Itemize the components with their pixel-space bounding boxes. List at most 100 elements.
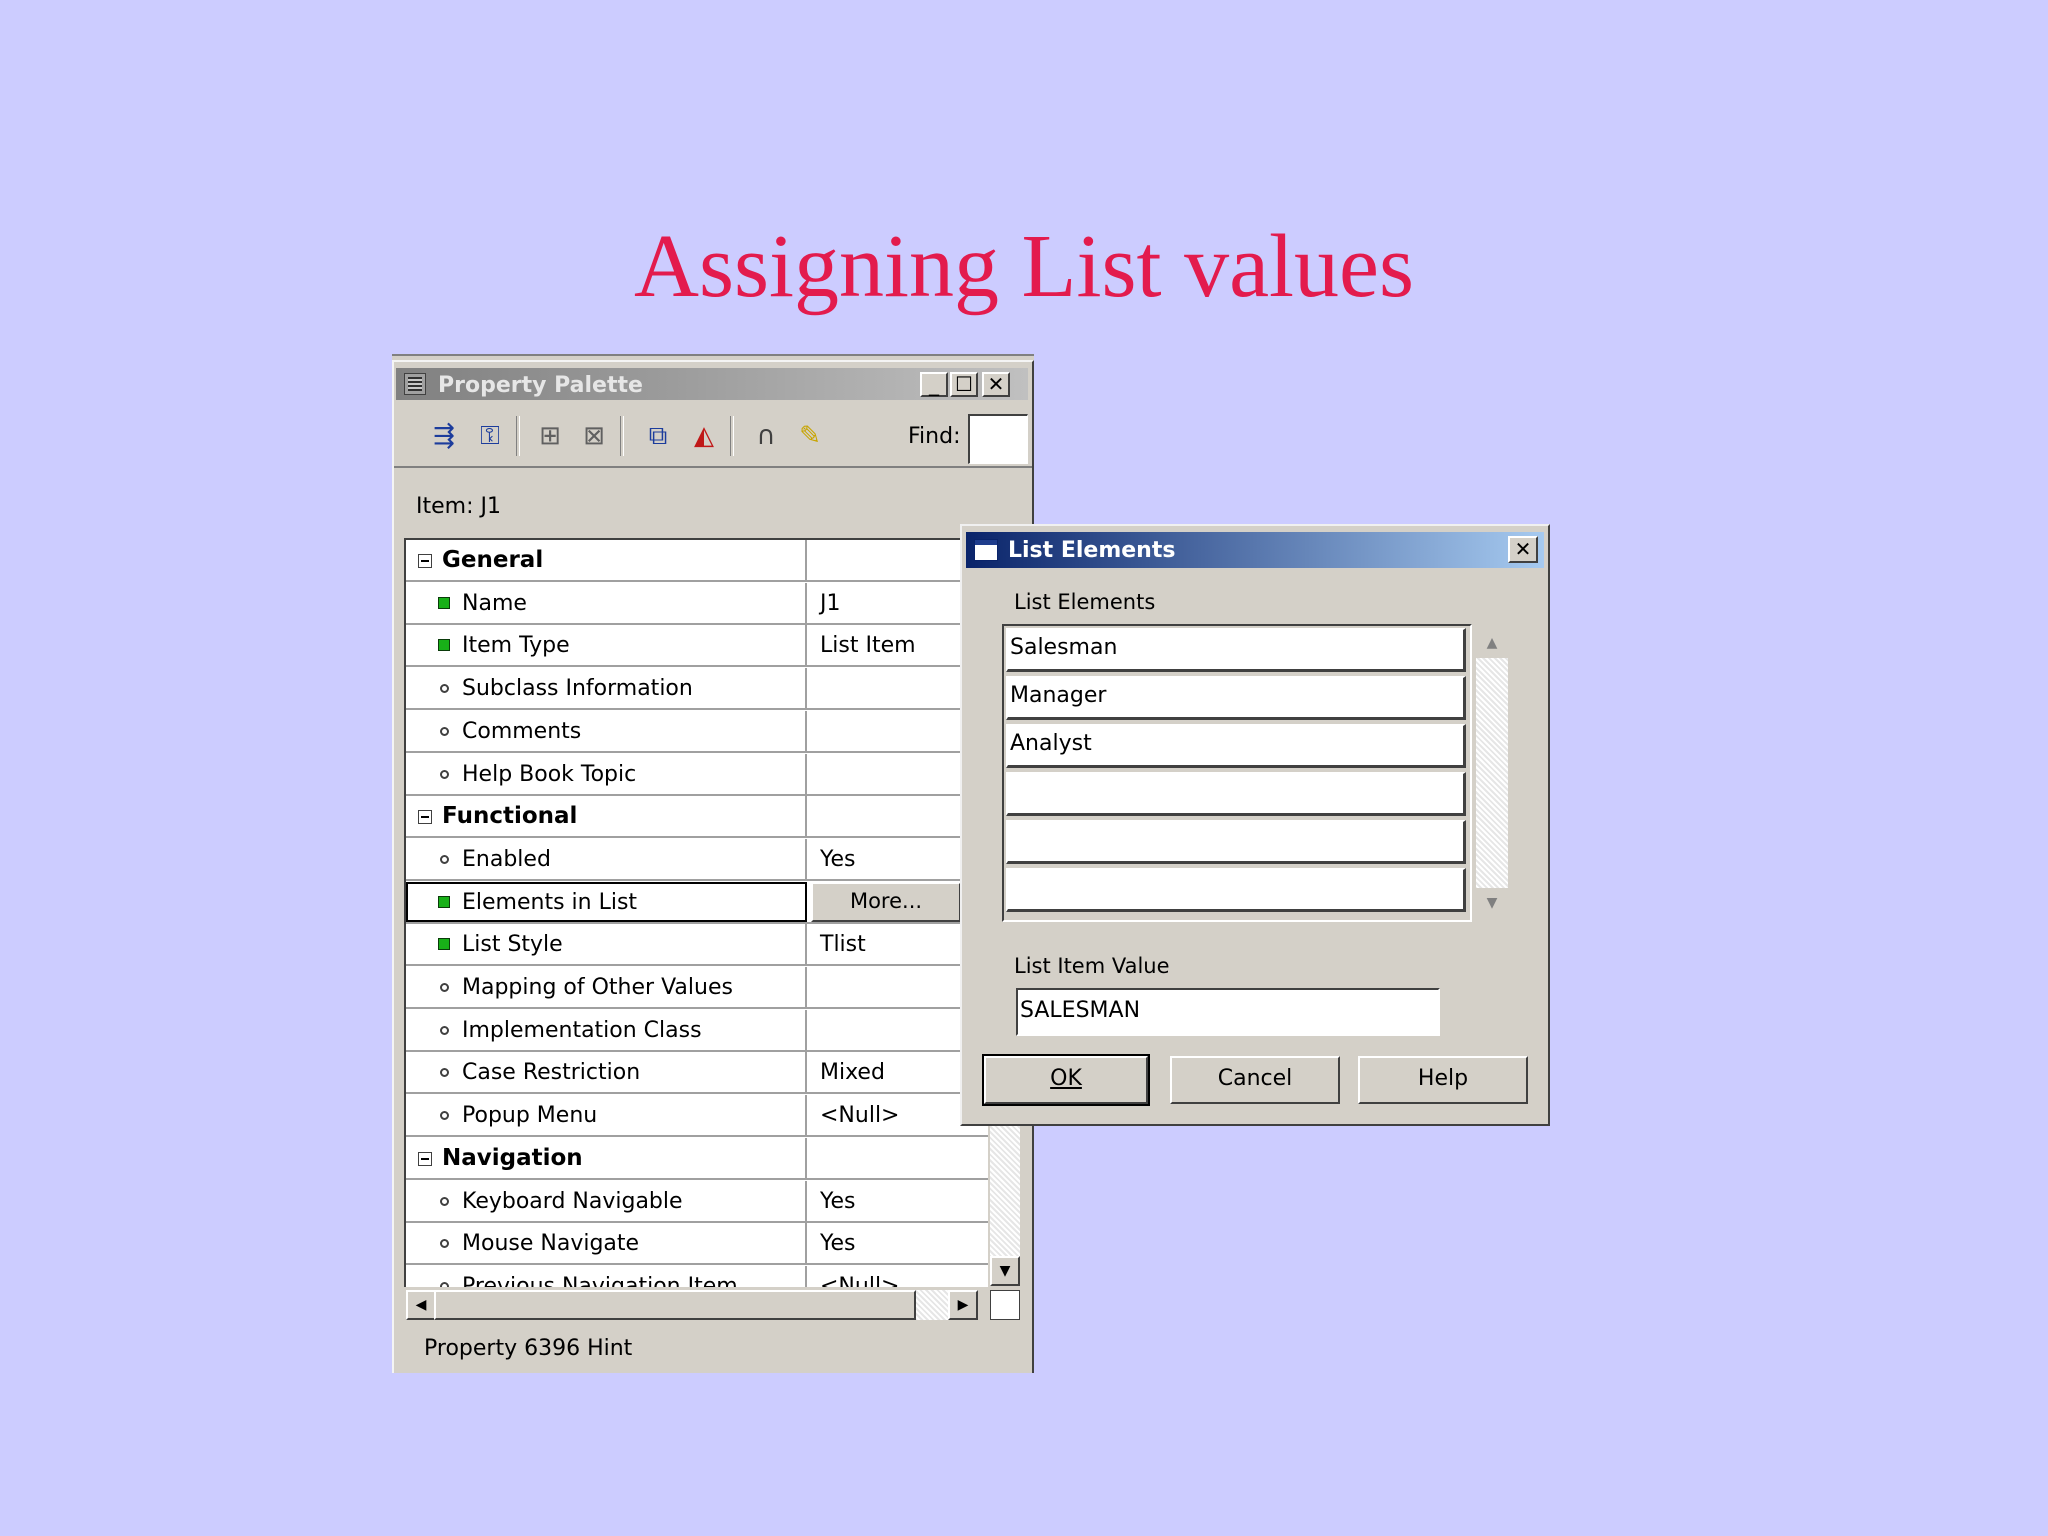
property-name-cell[interactable]: General <box>406 540 807 580</box>
property-row[interactable]: Popup Menu <Null> <box>406 1095 988 1137</box>
dialog-titlebar[interactable]: List Elements ✕ <box>966 532 1544 568</box>
list-scroll-down-arrow[interactable]: ▼ <box>1476 888 1508 918</box>
property-value[interactable]: Yes <box>820 847 856 872</box>
property-name-cell[interactable]: Previous Navigation Item <box>406 1266 807 1287</box>
property-row[interactable]: Help Book Topic <box>406 754 988 796</box>
close-button[interactable]: ✕ <box>982 372 1010 397</box>
list-scrollbar[interactable]: ▲ ▼ <box>1476 628 1508 918</box>
property-palette-window: Property Palette _ ☐ ✕ ⇶ ⚿ ⊞ ⊠ ⧉ ◭ ∩ ✎ F… <box>392 360 1034 1373</box>
default-property-icon <box>440 770 449 779</box>
property-row[interactable]: Subclass Information <box>406 668 988 710</box>
default-property-icon <box>440 727 449 736</box>
intersection-icon[interactable]: ∩ <box>750 420 782 452</box>
property-name-cell[interactable]: Enabled <box>406 839 807 879</box>
property-name-cell[interactable]: Mapping of Other Values <box>406 967 807 1007</box>
scroll-left-arrow[interactable]: ◀ <box>406 1290 436 1320</box>
property-name-cell[interactable]: Popup Menu <box>406 1095 807 1135</box>
list-item-value-input[interactable]: SALESMAN <box>1016 988 1440 1036</box>
paste-icon[interactable]: ◭ <box>688 420 720 452</box>
palette-title: Property Palette <box>438 373 643 398</box>
delete-property-icon[interactable]: ⊠ <box>578 420 610 452</box>
property-name-cell[interactable]: Functional <box>406 796 807 836</box>
default-property-icon <box>440 855 449 864</box>
property-name-cell[interactable]: Subclass Information <box>406 668 807 708</box>
copy-icon[interactable]: ⧉ <box>642 420 674 452</box>
list-element-field[interactable]: Manager <box>1006 676 1466 720</box>
property-name-cell[interactable]: Navigation <box>406 1138 807 1178</box>
property-name-cell[interactable]: Mouse Navigate <box>406 1223 807 1263</box>
minimize-button[interactable]: _ <box>920 372 948 397</box>
property-category-row[interactable]: Functional <box>406 796 988 838</box>
palette-toolbar: ⇶ ⚿ ⊞ ⊠ ⧉ ◭ ∩ ✎ Find: <box>394 404 1032 468</box>
list-element-field[interactable] <box>1006 772 1466 816</box>
property-name-cell[interactable]: Implementation Class <box>406 1010 807 1050</box>
collapse-icon[interactable] <box>418 554 432 568</box>
collapse-icon[interactable] <box>418 810 432 824</box>
scroll-right-arrow[interactable]: ▶ <box>948 1290 978 1320</box>
list-scroll-up-arrow[interactable]: ▲ <box>1476 628 1508 658</box>
property-row[interactable]: Implementation Class <box>406 1010 988 1052</box>
property-value[interactable]: List Item <box>820 633 916 658</box>
property-value[interactable]: Mixed <box>820 1060 885 1085</box>
property-name-cell[interactable]: Case Restriction <box>406 1052 807 1092</box>
collapse-icon[interactable] <box>418 1152 432 1166</box>
property-value[interactable]: Yes <box>820 1189 856 1214</box>
property-label: Elements in List <box>462 890 638 915</box>
property-row[interactable]: Name J1 <box>406 583 988 625</box>
list-element-field[interactable] <box>1006 868 1466 912</box>
cancel-button[interactable]: Cancel <box>1170 1056 1340 1104</box>
default-property-icon <box>440 983 449 992</box>
horizontal-scrollbar[interactable]: ◀ ▶ <box>406 1290 978 1320</box>
list-element-field[interactable] <box>1006 820 1466 864</box>
palette-app-icon <box>404 373 426 395</box>
expand-icon[interactable]: ⇶ <box>428 420 460 452</box>
property-row[interactable]: Enabled Yes <box>406 839 988 881</box>
find-input[interactable] <box>968 414 1028 464</box>
property-name-cell[interactable]: Help Book Topic <box>406 754 807 794</box>
property-row[interactable]: List Style Tlist <box>406 924 988 966</box>
property-row[interactable]: Comments <box>406 711 988 753</box>
category-label: General <box>442 547 544 573</box>
horizontal-scroll-thumb[interactable] <box>434 1290 916 1320</box>
property-label: Comments <box>462 719 582 744</box>
list-item-value-label: List Item Value <box>1014 954 1170 978</box>
property-name-cell[interactable]: Keyboard Navigable <box>406 1181 807 1221</box>
property-value[interactable]: J1 <box>820 591 841 616</box>
dialog-close-button[interactable]: ✕ <box>1508 536 1538 563</box>
property-value[interactable]: Tlist <box>820 932 866 957</box>
property-row[interactable]: Keyboard Navigable Yes <box>406 1181 988 1223</box>
property-name-cell[interactable]: Item Type <box>406 625 807 665</box>
property-row[interactable]: Mapping of Other Values <box>406 967 988 1009</box>
property-value[interactable]: <Null> <box>820 1274 900 1287</box>
property-row[interactable]: Case Restriction Mixed <box>406 1052 988 1094</box>
property-row[interactable]: Elements in List More... <box>406 882 988 924</box>
property-row[interactable]: Previous Navigation Item <Null> <box>406 1266 988 1287</box>
dialog-title: List Elements <box>1008 538 1176 563</box>
property-row[interactable]: Item Type List Item <box>406 625 988 667</box>
maximize-button[interactable]: ☐ <box>950 372 978 397</box>
list-element-field[interactable]: Analyst <box>1006 724 1466 768</box>
property-value[interactable]: <Null> <box>820 1103 900 1128</box>
property-row[interactable]: Mouse Navigate Yes <box>406 1223 988 1265</box>
more-button[interactable]: More... <box>811 882 961 922</box>
status-hint: Property 6396 Hint <box>424 1336 633 1361</box>
property-value[interactable]: Yes <box>820 1231 856 1256</box>
property-category-row[interactable]: Navigation <box>406 1138 988 1180</box>
scroll-down-arrow[interactable]: ▼ <box>990 1256 1020 1286</box>
property-name-cell[interactable]: Name <box>406 583 807 623</box>
item-label: Item: J1 <box>416 494 501 519</box>
property-name-cell[interactable]: Elements in List <box>406 882 807 922</box>
property-label: Keyboard Navigable <box>462 1189 683 1214</box>
list-element-field[interactable]: Salesman <box>1006 628 1466 672</box>
add-property-icon[interactable]: ⊞ <box>534 420 566 452</box>
vertical-scrollbar[interactable]: ▼ <box>990 1110 1020 1286</box>
property-category-row[interactable]: General <box>406 540 988 582</box>
pin-icon[interactable]: ✎ <box>794 420 826 452</box>
list-elements-dialog: List Elements ✕ List Elements Salesman M… <box>960 524 1550 1126</box>
property-name-cell[interactable]: Comments <box>406 711 807 751</box>
help-button[interactable]: Help <box>1358 1056 1528 1104</box>
palette-titlebar[interactable]: Property Palette _ ☐ ✕ <box>396 368 1028 400</box>
property-name-cell[interactable]: List Style <box>406 924 807 964</box>
collapse-icon[interactable]: ⚿ <box>474 420 506 452</box>
ok-button[interactable]: OK <box>982 1054 1150 1106</box>
